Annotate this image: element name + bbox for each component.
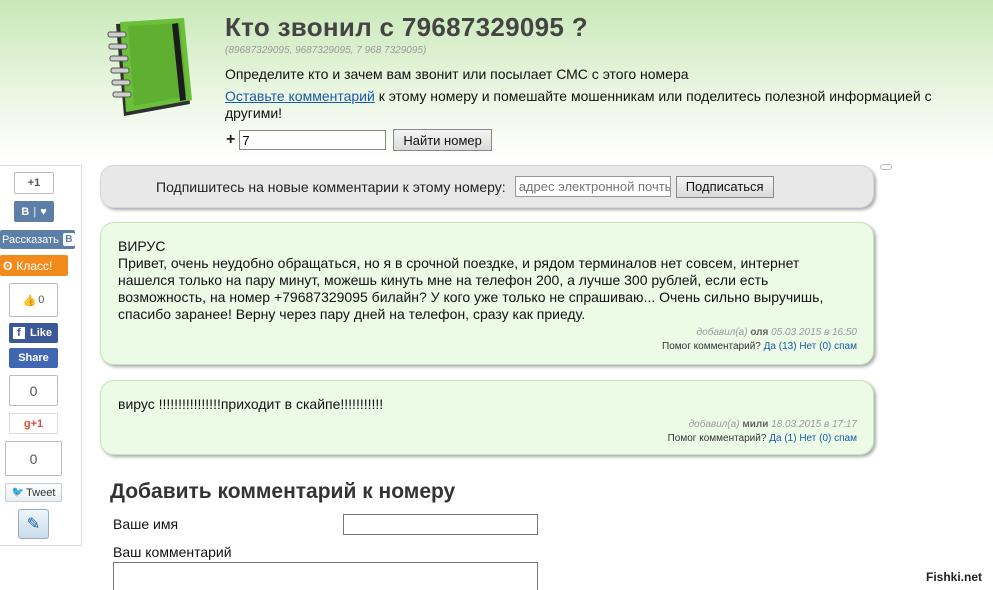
comment-card: ВИРУС Привет, очень неудобно обращаться,… xyxy=(100,222,874,365)
comment-date: 18.03.2015 в 17:17 xyxy=(771,419,857,430)
share-sidebar: +1 В | ♥ Рассказать В ʘ Класс! 👍 0 f Lik… xyxy=(0,165,82,546)
header: Кто звонил с 79687329095 ? (89687329095,… xyxy=(225,12,975,122)
share-counter-a: 0 xyxy=(9,375,58,406)
comment-meta: добавил(а) оля 05.03.2015 в 16:50 xyxy=(101,327,873,338)
cta-text: Оставьте комментарий к этому номеру и по… xyxy=(225,88,975,122)
name-label: Ваше имя xyxy=(113,516,179,532)
comment-label: Ваш комментарий xyxy=(113,544,232,560)
vote-yes-link[interactable]: Да (13) xyxy=(764,341,797,352)
tweet-button[interactable]: 🐦 Tweet xyxy=(5,483,62,502)
subscribe-label: Подпишитесь на новые комментарии к этому… xyxy=(156,178,506,195)
report-spam-link[interactable]: спам xyxy=(834,341,857,352)
number-variants: (89687329095, 9687329095, 7 968 7329095) xyxy=(225,45,427,56)
facebook-like-button[interactable]: f Like xyxy=(9,323,58,343)
odnoklassniki-icon: ʘ xyxy=(3,258,13,273)
ok-label: Класс! xyxy=(16,258,53,273)
comment-text: вирус !!!!!!!!!!!!!!!!приходит в скайпе!… xyxy=(118,396,384,412)
comment-meta: добавил(а) мили 18.03.2015 в 17:17 xyxy=(101,419,873,430)
tweet-label: Tweet xyxy=(26,486,56,499)
add-comment-title: Добавить комментарий к номеру xyxy=(110,480,456,503)
page-title: Кто звонил с 79687329095 ? xyxy=(225,12,588,42)
helped-label: Помог комментарий? xyxy=(667,433,767,444)
fb-like-label: Like xyxy=(30,327,53,339)
report-spam-link[interactable]: спам xyxy=(834,433,857,444)
livejournal-pencil-icon[interactable]: ✎ xyxy=(18,509,49,539)
comment-text: ВИРУС Привет, очень неудобно обращаться,… xyxy=(118,238,824,322)
vk-share-label: Рассказать xyxy=(2,233,59,246)
comment-textarea[interactable] xyxy=(113,562,538,590)
added-by-label: добавил(а) xyxy=(696,327,748,338)
comment-author: мили xyxy=(742,419,769,430)
thumbs-up-icon: 👍 xyxy=(22,294,37,307)
vote-yes-link[interactable]: Да (1) xyxy=(769,433,796,444)
plus-prefix: + xyxy=(226,131,236,148)
vk-logo-icon: В xyxy=(21,205,30,218)
added-by-label: добавил(а) xyxy=(688,419,740,430)
comment-author: оля xyxy=(750,327,769,338)
intro-text: Определите кто и зачем вам звонит или по… xyxy=(225,66,689,82)
number-search: + Найти номер xyxy=(226,129,492,151)
comment-card: вирус !!!!!!!!!!!!!!!!приходит в скайпе!… xyxy=(100,380,874,455)
toggle-pill[interactable] xyxy=(880,164,892,170)
heart-icon: ♥ xyxy=(40,205,47,218)
notebook-logo-icon xyxy=(102,18,198,122)
like-counter[interactable]: 👍 0 xyxy=(9,283,58,317)
comment-date: 05.03.2015 в 16:50 xyxy=(771,327,857,338)
vote-no-link[interactable]: Нет (0) xyxy=(799,433,831,444)
share-counter-b: 0 xyxy=(5,441,62,476)
facebook-icon: f xyxy=(13,327,25,339)
facebook-share-button[interactable]: Share xyxy=(9,348,58,368)
number-search-input[interactable] xyxy=(239,130,387,150)
watermark: Fishki.net xyxy=(926,570,983,584)
helped-label: Помог комментарий? xyxy=(662,341,761,352)
leave-comment-link[interactable]: Оставьте комментарий xyxy=(225,88,375,104)
find-number-button[interactable]: Найти номер xyxy=(393,129,492,151)
name-input[interactable] xyxy=(343,514,538,535)
comment-vote: Помог комментарий? Да (13) Нет (0) спам xyxy=(101,341,873,352)
like-count: 0 xyxy=(38,294,45,306)
gplus-count-top[interactable]: +1 xyxy=(14,172,54,194)
vk-share-button[interactable]: Рассказать В xyxy=(0,230,75,249)
vote-no-link[interactable]: Нет (0) xyxy=(799,341,831,352)
ok-class-button[interactable]: ʘ Класс! xyxy=(0,255,68,276)
twitter-bird-icon: 🐦 xyxy=(11,487,25,498)
google-plus-button[interactable]: g+1 xyxy=(9,413,58,434)
comment-vote: Помог комментарий? Да (1) Нет (0) спам xyxy=(101,433,873,444)
vk-icon: В xyxy=(62,233,75,246)
subscribe-button[interactable]: Подписаться xyxy=(675,175,774,198)
vk-like-button[interactable]: В | ♥ xyxy=(14,201,54,222)
subscribe-email-input[interactable] xyxy=(514,176,671,197)
subscribe-bar: Подпишитесь на новые комментарии к этому… xyxy=(100,165,874,208)
